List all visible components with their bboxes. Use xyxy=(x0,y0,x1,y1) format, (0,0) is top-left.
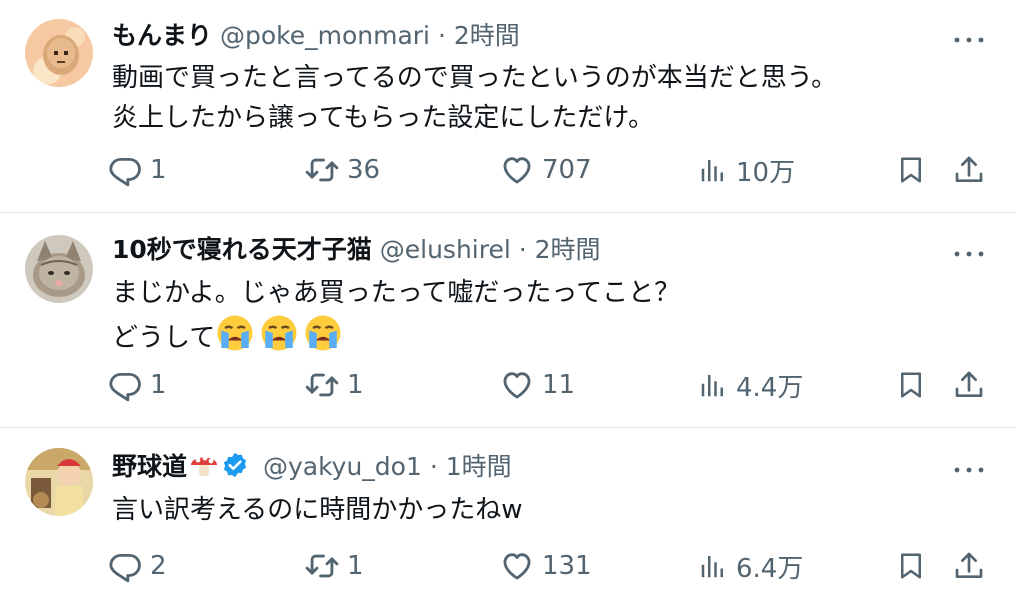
separator-dot: · xyxy=(518,235,527,264)
bookmark-icon xyxy=(901,157,921,183)
retweet-button[interactable]: 1 xyxy=(305,546,364,586)
action-bar: 1 36 707 10万 xyxy=(0,150,1016,190)
display-name[interactable]: 野球道 xyxy=(112,452,187,481)
crying-face-emoji xyxy=(304,314,342,352)
bookmark-button[interactable] xyxy=(896,546,926,586)
reply-count: 1 xyxy=(150,155,167,185)
share-button[interactable] xyxy=(953,546,985,586)
tweet-text-line: まじかよ。じゃあ買ったって嘘だったってこと？ xyxy=(112,278,681,308)
avatar[interactable] xyxy=(25,448,93,516)
reply-icon xyxy=(109,157,141,187)
reply-count: 2 xyxy=(150,551,167,581)
views-button[interactable]: 4.4万 xyxy=(698,365,803,405)
views-icon xyxy=(701,160,723,182)
share-button[interactable] xyxy=(953,365,985,405)
tweet[interactable]: もんまり @poke_monmari · 2時間 動画で買ったと言ってるので買っ… xyxy=(0,0,1016,212)
reply-button[interactable]: 1 xyxy=(108,365,167,405)
like-icon xyxy=(503,553,531,580)
separator-dot: · xyxy=(437,21,446,50)
display-name[interactable]: 10秒で寝れる天才子猫 xyxy=(112,235,372,264)
views-icon xyxy=(701,375,723,397)
views-button[interactable]: 6.4万 xyxy=(698,546,803,586)
user-handle[interactable]: @elushirel xyxy=(380,235,511,264)
more-icon[interactable] xyxy=(952,244,986,264)
tweet-header: もんまり @poke_monmari · 2時間 xyxy=(112,19,520,53)
retweet-icon xyxy=(305,554,339,578)
retweet-count: 36 xyxy=(347,155,381,185)
retweet-count: 1 xyxy=(347,551,364,581)
like-button[interactable]: 707 xyxy=(500,150,592,190)
tweet[interactable]: 10秒で寝れる天才子猫 @elushirel · 2時間 まじかよ。じゃあ買った… xyxy=(0,213,1016,427)
bookmark-icon xyxy=(901,372,921,398)
views-button[interactable]: 10万 xyxy=(698,150,795,190)
action-bar: 2 1 131 6.4万 xyxy=(0,546,1016,586)
display-name[interactable]: もんまり xyxy=(112,21,212,50)
tweet-text-line: 動画で買ったと言ってるので買ったというのが本当だと思う。 xyxy=(112,63,838,93)
share-icon xyxy=(955,552,983,579)
tweet-text: まじかよ。じゃあ買ったって嘘だったってこと？ どうして xyxy=(112,273,680,358)
retweet-icon xyxy=(305,373,339,397)
bookmark-icon xyxy=(901,553,921,579)
reply-icon xyxy=(109,553,141,583)
mushroom-emoji xyxy=(191,455,218,476)
bookmark-button[interactable] xyxy=(896,150,926,190)
tweet-text-fragment: どうして xyxy=(112,323,216,353)
tweet-header: 10秒で寝れる天才子猫 @elushirel · 2時間 xyxy=(112,233,601,267)
tweet-text-line: 言い訳考えるのに時間かかったねw xyxy=(112,495,523,525)
like-icon xyxy=(503,372,531,399)
timestamp[interactable]: 2時間 xyxy=(454,21,520,50)
timestamp[interactable]: 2時間 xyxy=(535,235,601,264)
share-icon xyxy=(955,371,983,397)
tweet-text: 言い訳考えるのに時間かかったねw xyxy=(112,490,523,530)
retweet-count: 1 xyxy=(347,370,364,400)
more-icon[interactable] xyxy=(952,30,986,50)
timestamp[interactable]: 1時間 xyxy=(446,452,512,481)
like-count: 707 xyxy=(542,155,592,185)
views-icon xyxy=(701,556,723,578)
reply-button[interactable]: 1 xyxy=(108,150,167,190)
share-icon xyxy=(955,156,983,183)
crying-face-emoji xyxy=(260,314,298,352)
like-button[interactable]: 131 xyxy=(500,546,592,586)
user-handle[interactable]: @yakyu_do1 xyxy=(263,452,422,481)
avatar[interactable] xyxy=(25,19,93,87)
tweet[interactable]: 野球道 @yakyu_do1 · 1時間 言い訳考えるのに時間かかったねw 2 … xyxy=(0,428,1016,604)
reply-icon xyxy=(109,372,141,402)
tweet-text: 動画で買ったと言ってるので買ったというのが本当だと思う。 炎上したから譲ってもら… xyxy=(112,58,837,138)
avatar[interactable] xyxy=(25,235,93,303)
separator-dot: · xyxy=(429,452,438,481)
action-bar: 1 1 11 4.4万 xyxy=(0,365,1016,405)
crying-face-emoji xyxy=(216,314,254,352)
retweet-button[interactable]: 1 xyxy=(305,365,364,405)
retweet-icon xyxy=(305,158,339,182)
tweet-text-line: 炎上したから譲ってもらった設定にしただけ。 xyxy=(112,103,655,133)
more-icon[interactable] xyxy=(952,460,986,480)
view-count: 10万 xyxy=(736,157,796,188)
user-handle[interactable]: @poke_monmari xyxy=(220,21,430,50)
like-button[interactable]: 11 xyxy=(500,365,575,405)
like-count: 11 xyxy=(542,370,576,400)
tweet-text-line-with-emoji: どうして xyxy=(112,313,680,358)
retweet-button[interactable]: 36 xyxy=(305,150,380,190)
tweet-header: 野球道 @yakyu_do1 · 1時間 xyxy=(112,449,512,484)
like-icon xyxy=(503,157,531,184)
view-count: 4.4万 xyxy=(736,372,804,403)
bookmark-button[interactable] xyxy=(896,365,926,405)
like-count: 131 xyxy=(542,551,592,581)
view-count: 6.4万 xyxy=(736,553,804,584)
reply-count: 1 xyxy=(150,370,167,400)
reply-button[interactable]: 2 xyxy=(108,546,167,586)
verified-icon[interactable] xyxy=(221,451,249,479)
share-button[interactable] xyxy=(953,150,985,190)
